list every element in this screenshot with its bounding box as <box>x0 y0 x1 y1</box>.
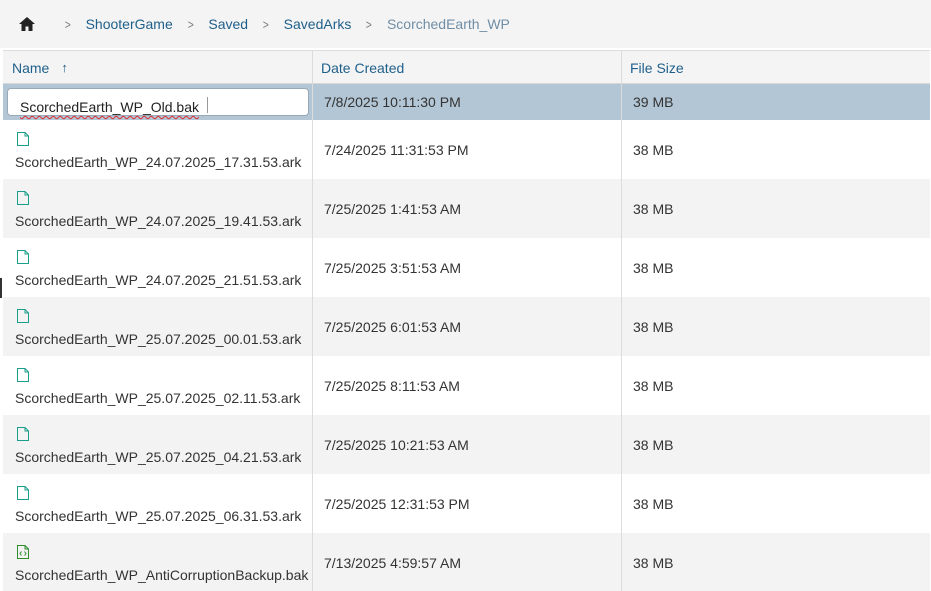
column-divider <box>621 179 622 238</box>
name-cell: ScorchedEarth_WP_AntiCorruptionBackup.ba… <box>3 533 312 591</box>
file-name: ScorchedEarth_WP_25.07.2025_04.21.53.ark <box>15 449 302 465</box>
column-divider[interactable] <box>312 51 313 83</box>
column-divider <box>621 238 622 297</box>
file-name: ScorchedEarth_WP_24.07.2025_17.31.53.ark <box>15 154 302 170</box>
text-cursor <box>207 97 208 113</box>
resize-handle[interactable] <box>0 278 2 298</box>
file-table: Name ↑ Date Created File Size ScorchedEa… <box>3 50 930 591</box>
name-cell: ScorchedEarth_WP_24.07.2025_17.31.53.ark <box>3 120 312 179</box>
column-divider <box>312 238 313 297</box>
name-cell: ScorchedEarth_WP_25.07.2025_06.31.53.ark <box>3 474 312 533</box>
breadcrumb-separator: > <box>64 16 71 32</box>
table-row[interactable]: ScorchedEarth_WP_24.07.2025_17.31.53.ark… <box>3 120 930 179</box>
name-cell: ScorchedEarth_WP_24.07.2025_21.51.53.ark <box>3 238 312 297</box>
date-cell: 7/25/2025 3:51:53 AM <box>324 259 461 276</box>
file-name: ScorchedEarth_WP_25.07.2025_02.11.53.ark <box>15 390 301 406</box>
name-cell: ScorchedEarth_WP_24.07.2025_19.41.53.ark <box>3 179 312 238</box>
date-cell: 7/8/2025 10:11:30 PM <box>324 94 461 110</box>
breadcrumb-separator: > <box>187 16 194 32</box>
file-icon <box>17 309 29 323</box>
date-cell: 7/25/2025 10:21:53 AM <box>324 436 469 453</box>
name-cell: ScorchedEarth_WP_25.07.2025_00.01.53.ark <box>3 297 312 356</box>
column-divider <box>312 297 313 356</box>
file-name: ScorchedEarth_WP_25.07.2025_00.01.53.ark <box>15 331 302 347</box>
name-cell: ScorchedEarth_WP_25.07.2025_04.21.53.ark <box>3 415 312 474</box>
date-cell: 7/25/2025 1:41:53 AM <box>324 200 461 217</box>
size-cell: 38 MB <box>633 141 674 158</box>
table-row[interactable]: ScorchedEarth_WP_24.07.2025_19.41.53.ark… <box>3 179 930 238</box>
rename-input-value: ScorchedEarth_WP_Old.bak <box>20 99 199 115</box>
size-cell: 38 MB <box>633 377 674 394</box>
breadcrumb-separator: > <box>366 16 373 32</box>
column-divider[interactable] <box>621 51 622 83</box>
table-body: ScorchedEarth_WP_24.07.2025_17.31.53.ark… <box>3 120 930 591</box>
column-divider <box>312 356 313 415</box>
size-cell: 38 MB <box>633 259 674 276</box>
file-icon <box>17 427 29 441</box>
sort-ascending-icon: ↑ <box>61 60 68 75</box>
date-cell: 7/25/2025 6:01:53 AM <box>324 318 461 335</box>
name-cell: ScorchedEarth_WP_25.07.2025_02.11.53.ark <box>3 356 312 415</box>
file-name: ScorchedEarth_WP_25.07.2025_06.31.53.ark <box>15 508 302 524</box>
table-row[interactable]: ScorchedEarth_WP_24.07.2025_21.51.53.ark… <box>3 238 930 297</box>
size-cell: 38 MB <box>633 436 674 453</box>
column-divider <box>312 533 313 591</box>
column-header-size[interactable]: File Size <box>621 51 930 84</box>
table-row[interactable]: ScorchedEarth_WP_25.07.2025_06.31.53.ark… <box>3 474 930 533</box>
column-divider <box>621 120 622 179</box>
column-divider <box>312 84 313 120</box>
date-cell: 7/13/2025 4:59:57 AM <box>324 554 461 571</box>
breadcrumb-item-shootergame[interactable]: ShooterGame <box>86 16 173 32</box>
file-name: ScorchedEarth_WP_AntiCorruptionBackup.ba… <box>15 567 309 583</box>
rename-input[interactable]: ScorchedEarth_WP_Old.bak <box>7 88 309 116</box>
file-icon <box>17 368 29 382</box>
table-row-selected[interactable]: ScorchedEarth_WP_Old.bak 7/8/2025 10:11:… <box>3 84 930 120</box>
file-icon <box>17 132 29 146</box>
file-name: ScorchedEarth_WP_24.07.2025_19.41.53.ark <box>15 213 302 229</box>
column-header-name[interactable]: Name ↑ <box>3 51 312 84</box>
column-header-name-label: Name <box>12 59 50 76</box>
size-cell: 39 MB <box>633 94 674 110</box>
column-divider <box>312 415 313 474</box>
breadcrumb-trail: > ShooterGame > Saved > SavedArks > Scor… <box>50 0 510 48</box>
column-divider <box>621 474 622 533</box>
file-icon <box>17 250 29 264</box>
home-icon[interactable] <box>17 14 37 34</box>
date-cell: 7/25/2025 12:31:53 PM <box>324 495 470 512</box>
column-divider <box>621 297 622 356</box>
table-row[interactable]: ScorchedEarth_WP_AntiCorruptionBackup.ba… <box>3 533 930 591</box>
size-cell: 38 MB <box>633 495 674 512</box>
table-row[interactable]: ScorchedEarth_WP_25.07.2025_04.21.53.ark… <box>3 415 930 474</box>
column-divider <box>621 84 622 120</box>
column-divider <box>312 120 313 179</box>
table-row[interactable]: ScorchedEarth_WP_25.07.2025_02.11.53.ark… <box>3 356 930 415</box>
size-cell: 38 MB <box>633 318 674 335</box>
column-header-date-label: Date Created <box>321 59 405 76</box>
size-cell: 38 MB <box>633 200 674 217</box>
breadcrumb-item-savedarks[interactable]: SavedArks <box>284 16 352 32</box>
column-header-size-label: File Size <box>630 59 684 76</box>
size-cell: 38 MB <box>633 554 674 571</box>
date-cell: 7/25/2025 8:11:53 AM <box>324 377 460 394</box>
breadcrumb-separator: > <box>262 16 269 32</box>
column-divider <box>621 356 622 415</box>
column-divider <box>621 533 622 591</box>
column-divider <box>312 179 313 238</box>
file-icon <box>17 191 29 205</box>
column-divider <box>621 415 622 474</box>
file-icon <box>17 486 29 500</box>
column-divider <box>312 474 313 533</box>
breadcrumb-item-saved[interactable]: Saved <box>208 16 248 32</box>
table-header: Name ↑ Date Created File Size <box>3 51 930 84</box>
code-file-icon <box>17 545 29 559</box>
breadcrumb-current: ScorchedEarth_WP <box>386 16 510 32</box>
table-row[interactable]: ScorchedEarth_WP_25.07.2025_00.01.53.ark… <box>3 297 930 356</box>
date-cell: 7/24/2025 11:31:53 PM <box>324 141 469 158</box>
column-header-date[interactable]: Date Created <box>312 51 621 84</box>
rename-cell: ScorchedEarth_WP_Old.bak <box>3 84 312 120</box>
file-name: ScorchedEarth_WP_24.07.2025_21.51.53.ark <box>15 272 302 288</box>
breadcrumb: > ShooterGame > Saved > SavedArks > Scor… <box>0 0 931 48</box>
